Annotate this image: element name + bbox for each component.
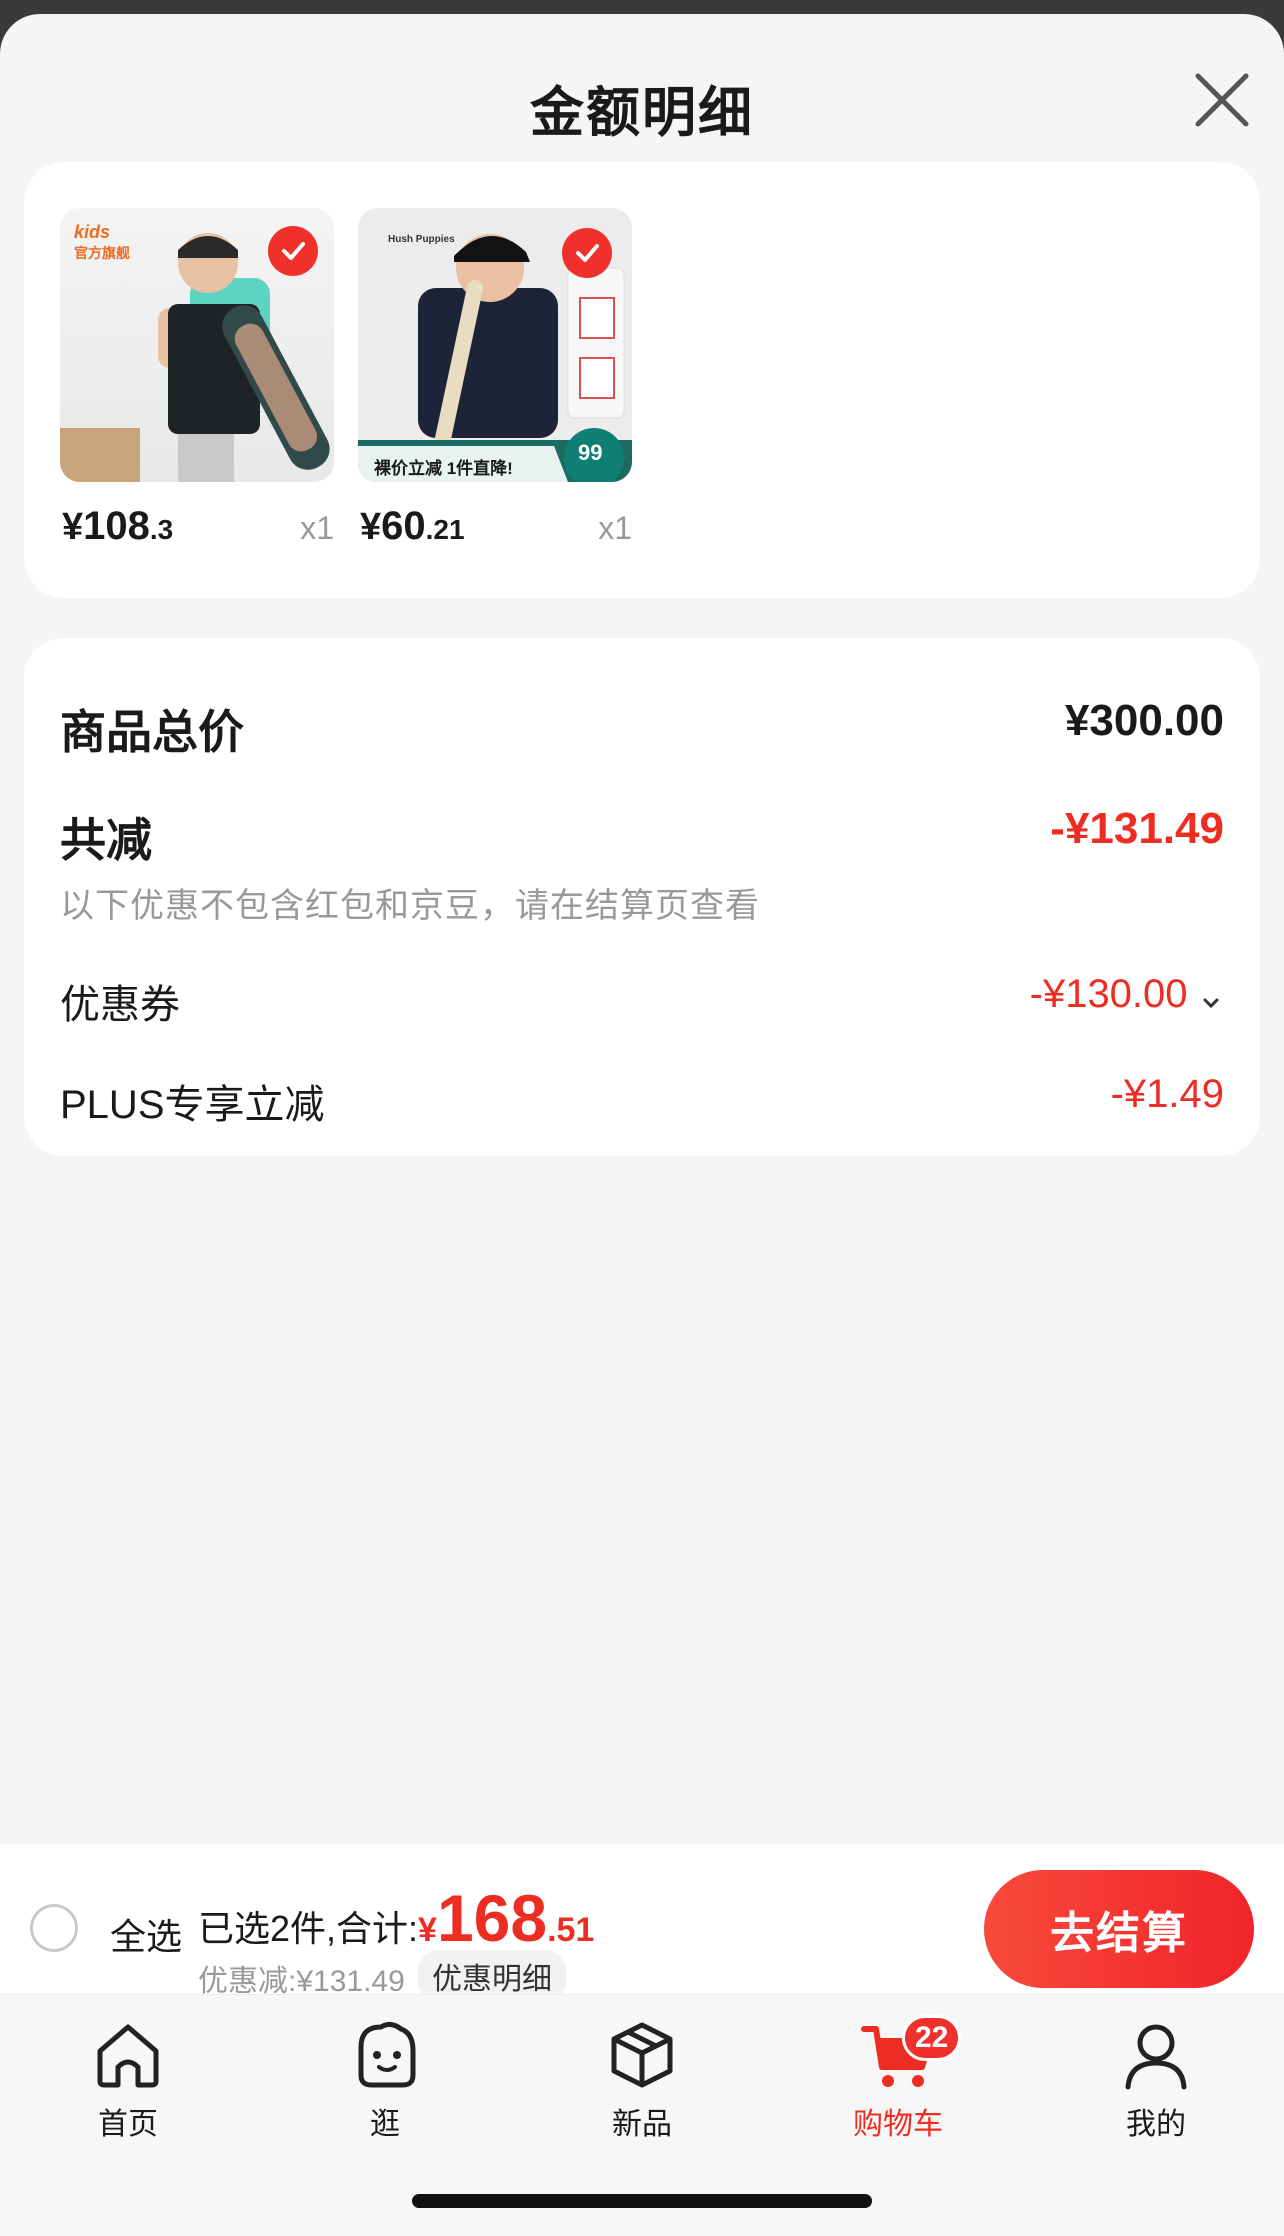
tab-me[interactable]: 我的 bbox=[1076, 2017, 1236, 2143]
total-reduction-label: 共减 bbox=[60, 814, 152, 866]
select-all-label[interactable]: 全选 bbox=[110, 1908, 182, 1960]
total-price-label: 商品总价 bbox=[60, 706, 244, 758]
product-price: ¥108.3 bbox=[62, 504, 174, 548]
cart-count-badge: 22 bbox=[902, 2015, 962, 2061]
total-reduction-value: -¥131.49 bbox=[1050, 804, 1224, 853]
tab-new-products-label: 新品 bbox=[612, 2108, 672, 2141]
selected-check-icon[interactable] bbox=[268, 226, 318, 276]
product-promo-price: 99 bbox=[578, 440, 603, 465]
selected-check-icon[interactable] bbox=[562, 228, 612, 278]
plus-reduction-value: -¥1.49 bbox=[1110, 1072, 1224, 1116]
new-products-cube-icon bbox=[611, 2022, 673, 2088]
price-summary-card: 商品总价 ¥300.00 共减 -¥131.49 以下优惠不包含红包和京豆，请在… bbox=[24, 638, 1260, 1156]
tab-cart-label: 购物车 bbox=[853, 2108, 943, 2141]
product-brand-text: Hush Puppies bbox=[388, 234, 455, 245]
tab-me-label: 我的 bbox=[1126, 2108, 1186, 2141]
checkout-button[interactable]: 去结算 bbox=[984, 1870, 1254, 1988]
tab-browse-label: 逛 bbox=[370, 2108, 400, 2141]
plus-reduction-label: PLUS专享立减 bbox=[60, 1083, 325, 1127]
select-all-radio[interactable] bbox=[30, 1904, 78, 1952]
total-amount: ¥168.51 bbox=[418, 1881, 595, 1955]
product-promo-text: 裸价立减 1件直降! bbox=[374, 459, 513, 478]
close-icon bbox=[1195, 73, 1249, 127]
product-image[interactable]: Hush Puppies 裸价立减 1件直降! 99 bbox=[358, 208, 632, 482]
discount-note: 以下优惠不包含红包和京豆，请在结算页查看 bbox=[60, 887, 760, 925]
product-price: ¥60.21 bbox=[360, 504, 465, 548]
product-item[interactable]: kids 官方旗舰 ¥108.3 x1 bbox=[60, 208, 336, 564]
chevron-down-icon[interactable] bbox=[1198, 990, 1224, 1016]
selected-count-text: 已选2件,合计: bbox=[198, 1908, 419, 1949]
amount-detail-sheet: 金额明细 kids 官方旗舰 ¥108.3 x1 Hush Puppies 裸价… bbox=[0, 14, 1284, 2236]
checkout-bar: 全选 已选2件,合计:¥168.51 优惠减:¥131.49 优惠明细 去结算 bbox=[0, 1844, 1284, 2002]
tab-browse[interactable]: 逛 bbox=[305, 2017, 465, 2143]
close-button[interactable] bbox=[1182, 60, 1262, 140]
user-icon bbox=[1125, 2024, 1187, 2090]
product-item[interactable]: Hush Puppies 裸价立减 1件直降! 99 ¥60.21 x1 bbox=[358, 208, 634, 564]
selected-total: 已选2件,合计:¥168.51 bbox=[198, 1880, 594, 1956]
sheet-title: 金额明细 bbox=[530, 83, 754, 143]
home-icon bbox=[97, 2024, 159, 2088]
tab-cart[interactable]: 22 购物车 bbox=[818, 2015, 978, 2143]
product-quantity: x1 bbox=[300, 510, 334, 546]
total-price-value: ¥300.00 bbox=[1064, 696, 1224, 745]
tab-home-label: 首页 bbox=[98, 2108, 158, 2141]
browse-face-icon bbox=[358, 2021, 416, 2088]
home-indicator bbox=[412, 2194, 872, 2208]
tab-new-products[interactable]: 新品 bbox=[562, 2017, 722, 2143]
products-card: kids 官方旗舰 ¥108.3 x1 Hush Puppies 裸价立减 1件… bbox=[24, 162, 1260, 598]
product-quantity: x1 bbox=[598, 510, 632, 546]
product-brand-sub: 官方旗舰 bbox=[74, 245, 130, 261]
product-brand-text: kids bbox=[74, 222, 111, 242]
tab-home[interactable]: 首页 bbox=[48, 2017, 208, 2143]
coupon-label: 优惠券 bbox=[60, 983, 180, 1027]
coupon-value: -¥130.00 bbox=[1029, 972, 1188, 1016]
product-image[interactable]: kids 官方旗舰 bbox=[60, 208, 334, 482]
